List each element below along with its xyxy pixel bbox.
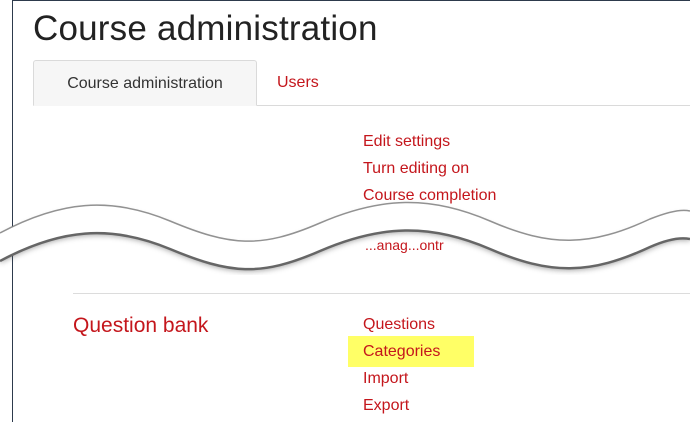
export-link[interactable]: Export [363, 396, 409, 416]
turn-editing-on-link[interactable]: Turn editing on [363, 159, 469, 179]
categories-link[interactable]: Categories [363, 342, 440, 362]
tab-users[interactable]: Users [277, 60, 319, 106]
questions-link[interactable]: Questions [363, 315, 435, 335]
import-link[interactable]: Import [363, 369, 408, 389]
edit-settings-link[interactable]: Edit settings [363, 132, 450, 152]
question-bank-heading: Question bank [73, 314, 209, 337]
section-divider [73, 293, 690, 294]
torn-edge-graphic [0, 201, 690, 272]
tab-course-administration[interactable]: Course administration [33, 60, 257, 106]
page-title: Course administration [33, 9, 378, 48]
